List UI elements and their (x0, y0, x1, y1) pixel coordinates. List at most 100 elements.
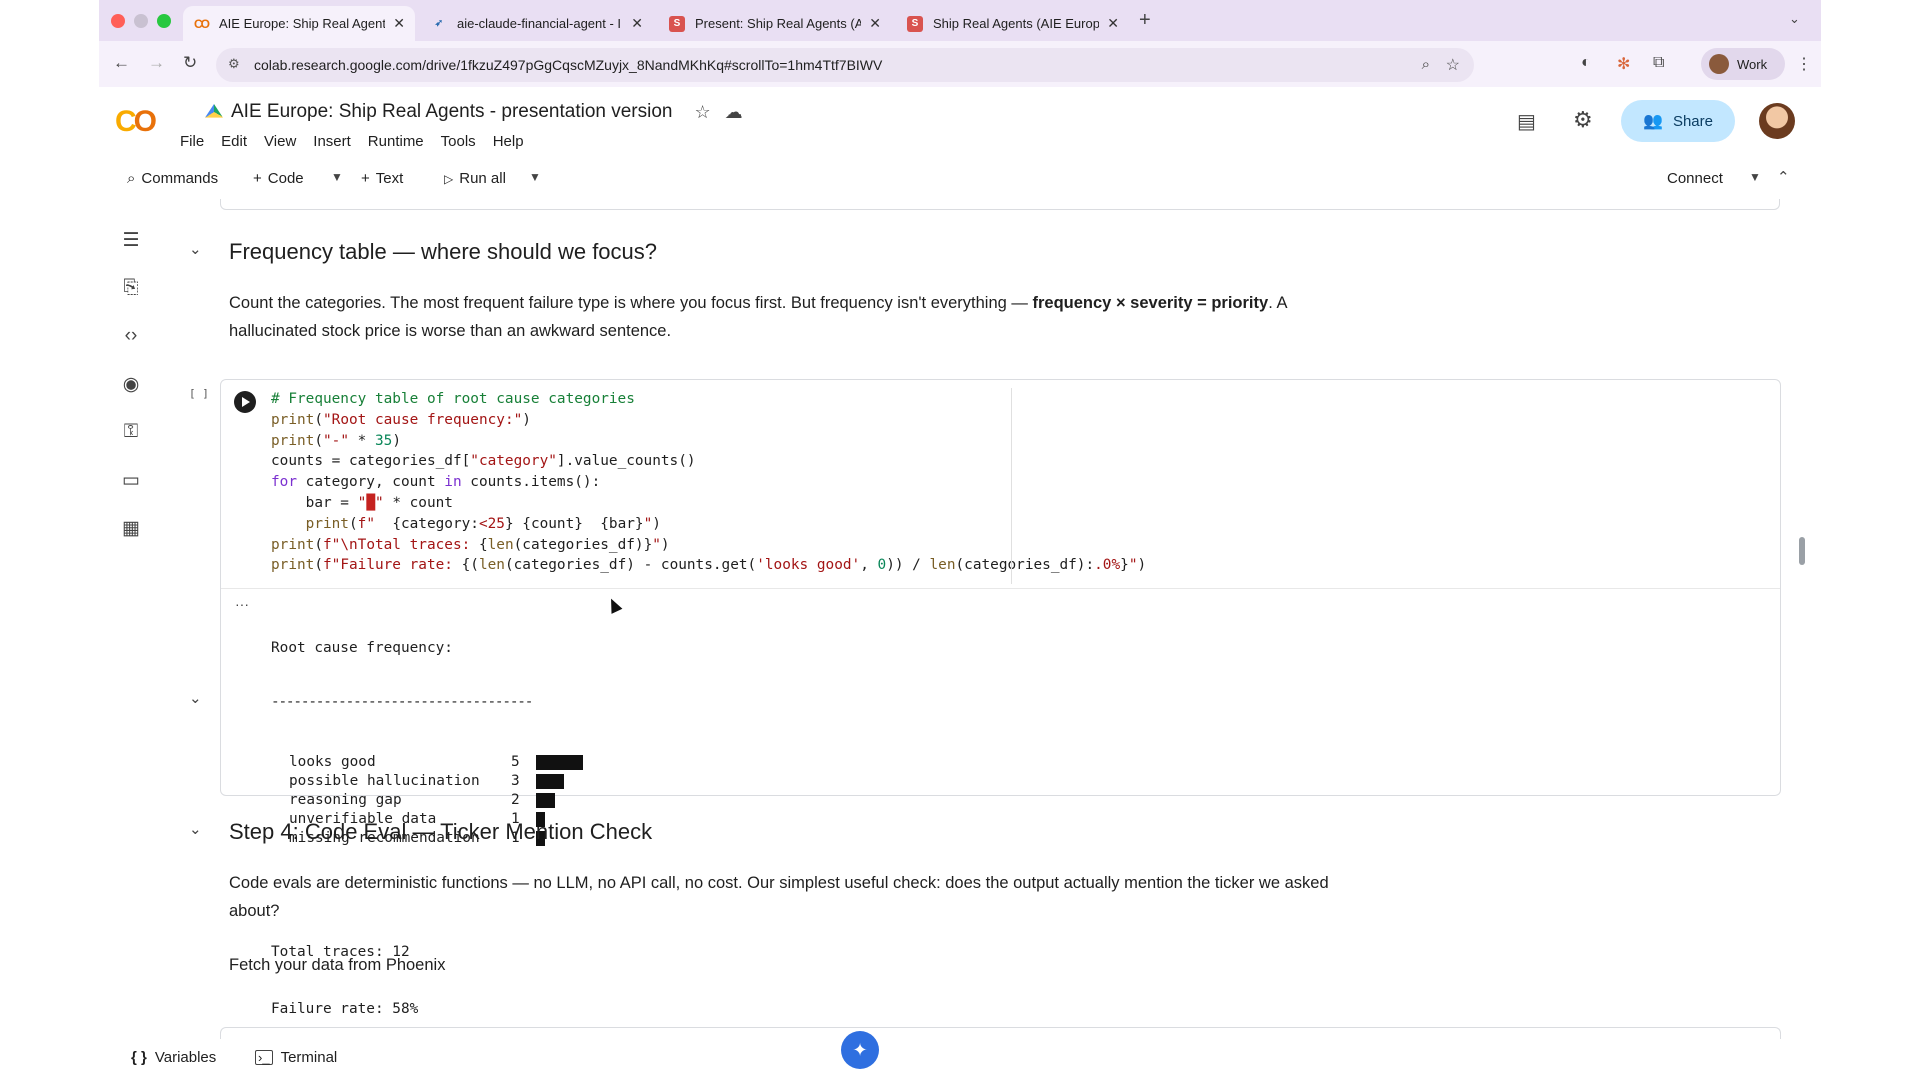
output-row: possible hallucination 3 (271, 772, 583, 791)
connect-button[interactable]: Connect (1667, 170, 1723, 187)
run-all-dropdown-chevron-icon[interactable]: ▼ (529, 170, 541, 184)
claude-extension-icon[interactable]: ✻ (1617, 54, 1630, 74)
run-all-button[interactable]: ▷ Run all (444, 170, 506, 187)
output-bar (536, 755, 583, 770)
star-icon[interactable]: ☆ (694, 102, 710, 123)
bookmark-star-icon[interactable]: ☆ (1446, 55, 1460, 75)
close-tab-icon[interactable]: ✕ (393, 15, 405, 32)
code-snippets-icon[interactable]: ‹› (119, 325, 143, 349)
output-actions-icon[interactable]: ··· (235, 596, 249, 612)
code-cell[interactable]: # Frequency table of root cause categori… (220, 379, 1782, 1017)
tab-title: AIE Europe: Ship Real Agents (219, 16, 386, 31)
code-editor[interactable]: # Frequency table of root cause categori… (221, 380, 1782, 589)
tab-colab[interactable]: CO AIE Europe: Ship Real Agents ✕ (183, 6, 415, 41)
comments-icon[interactable]: ▤ (1517, 109, 1536, 134)
tab-phoenix[interactable]: ➶ aie-claude-financial-agent - I ✕ (421, 6, 653, 41)
colab-logo[interactable]: CO (115, 105, 157, 139)
bottom-bar: { } Variables ›_ Terminal (99, 1039, 1821, 1080)
close-window-button[interactable] (111, 14, 125, 28)
connect-dropdown-chevron-icon[interactable]: ▼ (1749, 170, 1761, 184)
minimize-window-button[interactable] (134, 14, 148, 28)
output-collapse-chevron-icon[interactable]: ⌄ (189, 689, 202, 707)
tab-slides[interactable]: S Ship Real Agents (AIE Europe ✕ (897, 6, 1129, 41)
profile-chip[interactable]: Work (1701, 48, 1785, 80)
output-category: looks good (289, 754, 376, 770)
menu-view[interactable]: View (264, 133, 296, 150)
terminal-button[interactable]: ›_ Terminal (255, 1049, 337, 1066)
collapse-header-icon[interactable]: ⌃ (1777, 168, 1790, 186)
menu-tools[interactable]: Tools (441, 133, 476, 150)
output-row: reasoning gap 2 (271, 791, 583, 810)
data-table-icon[interactable]: ▦ (119, 517, 143, 541)
extensions-puzzle-icon[interactable]: ⧉ (1653, 54, 1664, 72)
account-avatar[interactable] (1759, 103, 1795, 139)
variable-inspector-icon[interactable]: ◉ (119, 373, 143, 397)
run-cell-button[interactable] (234, 391, 256, 413)
forward-icon[interactable]: → (148, 53, 165, 73)
phoenix-icon: ➶ (434, 18, 444, 29)
execution-count: [ ] (189, 387, 209, 400)
code-line: bar = "█" * count (271, 494, 453, 511)
new-tab-icon[interactable]: + (1139, 9, 1151, 32)
section-collapse-chevron-icon[interactable]: ⌄ (189, 240, 202, 258)
menu-edit[interactable]: Edit (221, 133, 247, 150)
browser-menu-icon[interactable]: ⋮ (1796, 54, 1812, 74)
notebook-title[interactable]: AIE Europe: Ship Real Agents - presentat… (231, 101, 672, 123)
menu-bar: File Edit View Insert Runtime Tools Help (180, 133, 541, 150)
text-label: Text (375, 170, 404, 187)
braces-icon: { } (131, 1049, 147, 1066)
secrets-key-icon[interactable]: ⚿ (119, 421, 143, 445)
reload-icon[interactable]: ↻ (183, 53, 197, 73)
close-tab-icon[interactable]: ✕ (869, 15, 881, 32)
gemini-button[interactable]: ✦ (841, 1031, 879, 1069)
output-bar (536, 793, 555, 808)
output-title: Root cause frequency: (271, 640, 453, 656)
share-button[interactable]: 👥 Share (1621, 100, 1735, 142)
commands-button[interactable]: ⌕ Commands (127, 170, 218, 187)
run-all-label: Run all (459, 170, 506, 187)
tab-search-chevron-icon[interactable]: ⌄ (1789, 11, 1800, 27)
find-replace-icon[interactable]: ⎘ (119, 277, 143, 301)
menu-help[interactable]: Help (493, 133, 524, 150)
notebook-toolbar: ⌕ Commands + Code ▼ + Text ▷ Run all ▼ C… (99, 161, 1821, 199)
code-line: print(f"Failure rate: {(len(categories_d… (271, 557, 1147, 574)
code-line: print(f" {category:<25} {count} {bar}") (305, 515, 661, 532)
add-text-button[interactable]: + Text (361, 170, 403, 187)
site-info-icon[interactable]: ⚙ (228, 56, 240, 72)
add-code-button[interactable]: + Code (253, 170, 304, 187)
menu-runtime[interactable]: Runtime (368, 133, 424, 150)
zoom-icon[interactable]: ⌕ (1422, 56, 1430, 73)
menu-insert[interactable]: Insert (313, 133, 351, 150)
back-icon[interactable]: ← (113, 53, 130, 73)
close-tab-icon[interactable]: ✕ (1107, 15, 1119, 32)
tab-present-slides[interactable]: S Present: Ship Real Agents (A ✕ (659, 6, 891, 41)
ruler-line (1011, 388, 1012, 584)
play-icon (242, 397, 250, 407)
sparkle-icon: ✦ (852, 1039, 868, 1060)
search-icon: ⌕ (127, 170, 136, 187)
table-of-contents-icon[interactable]: ☰ (119, 229, 143, 253)
output-count: 3 (511, 773, 520, 789)
url-bar[interactable]: ⚙ colab.research.google.com/drive/1fkzuZ… (216, 48, 1474, 82)
next-code-cell[interactable] (220, 1027, 1781, 1039)
code-line: print(f"\nTotal traces: {len(categories_… (271, 536, 670, 553)
extension-icon[interactable]: ◐ (1581, 54, 1591, 72)
variables-label: Variables (154, 1049, 217, 1066)
connect-label: Connect (1667, 170, 1723, 187)
people-icon: 👥 (1643, 113, 1663, 130)
commands-label: Commands (141, 170, 219, 187)
notebook-title-bar: AIE Europe: Ship Real Agents - presentat… (205, 101, 743, 123)
close-tab-icon[interactable]: ✕ (631, 15, 643, 32)
terminal-icon: ›_ (255, 1050, 273, 1065)
code-line: print("-" * 35) (271, 432, 401, 449)
menu-file[interactable]: File (180, 133, 204, 150)
files-folder-icon[interactable]: ▭ (119, 469, 143, 493)
scrollbar-thumb[interactable] (1799, 537, 1805, 565)
output-separator (221, 588, 1780, 589)
code-dropdown-chevron-icon[interactable]: ▼ (331, 170, 343, 184)
settings-gear-icon[interactable]: ⚙ (1573, 107, 1593, 133)
drive-icon (205, 104, 223, 118)
maximize-window-button[interactable] (157, 14, 171, 28)
variables-button[interactable]: { } Variables (131, 1049, 216, 1066)
section-collapse-chevron-icon[interactable]: ⌄ (189, 820, 202, 838)
